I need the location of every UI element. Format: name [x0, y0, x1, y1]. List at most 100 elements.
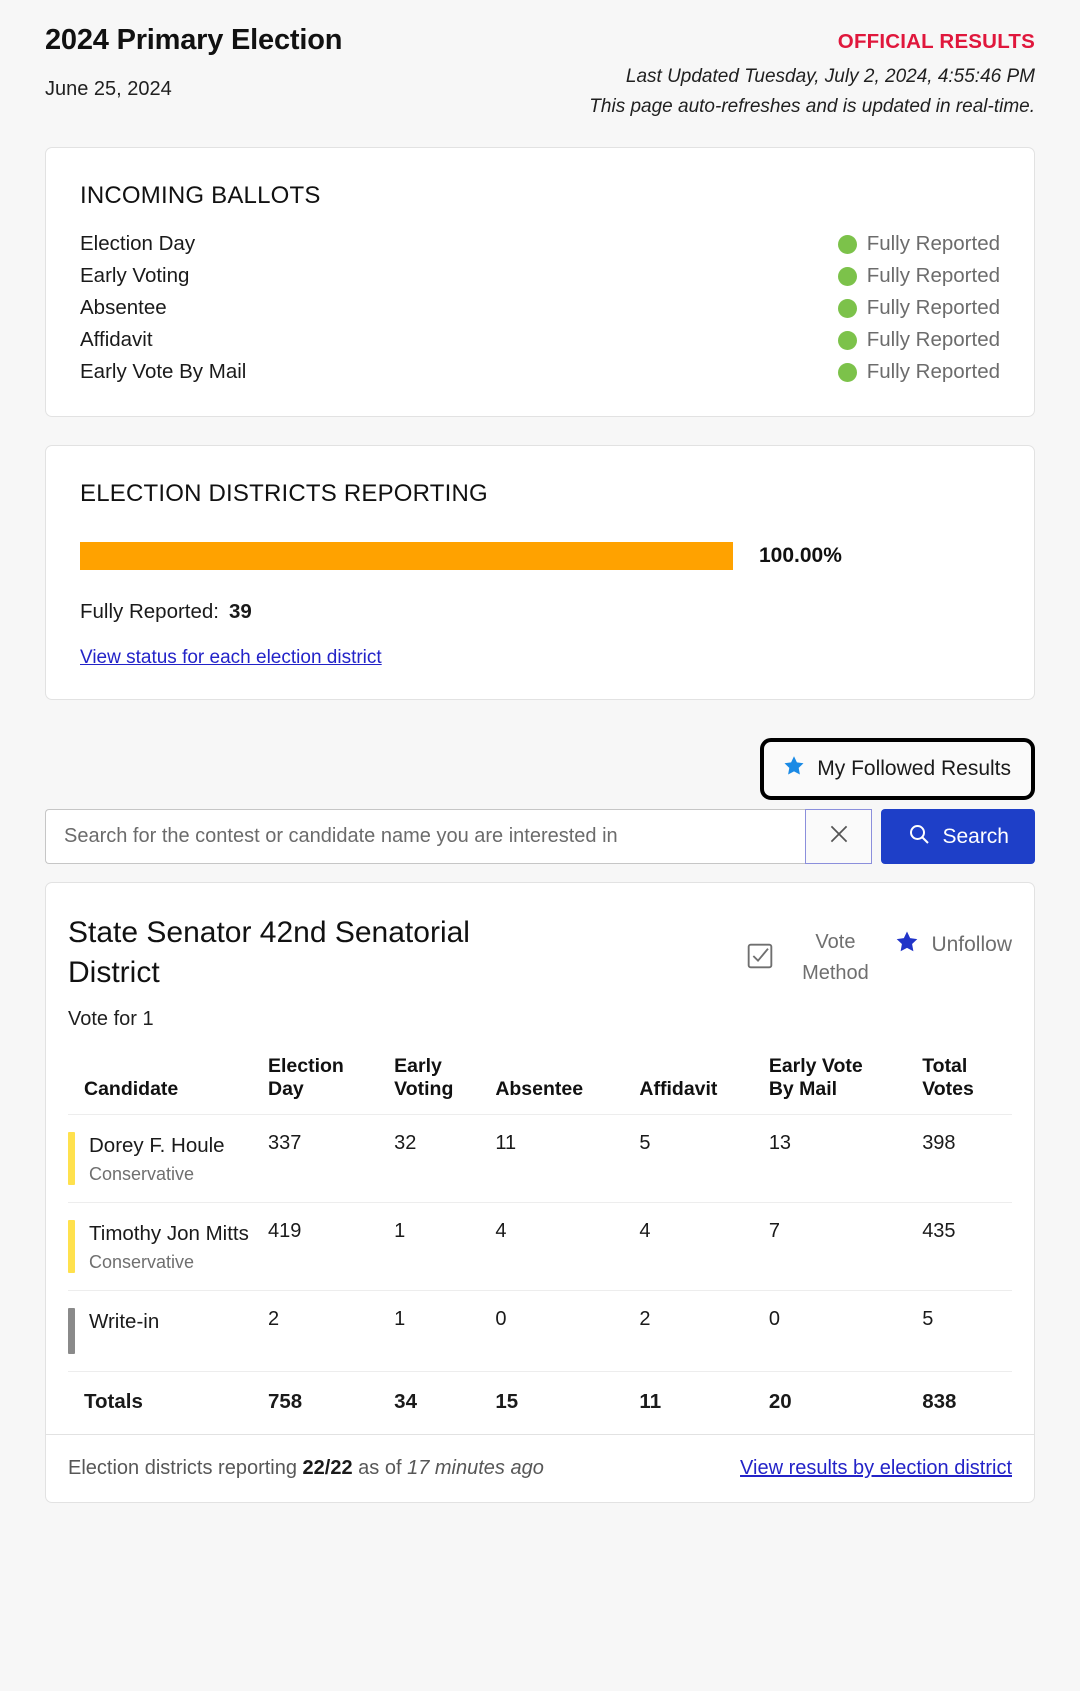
progress-bar-fill: [80, 542, 733, 571]
districts-reporting-card: ELECTION DISTRICTS REPORTING 100.00% Ful…: [45, 445, 1035, 701]
clear-search-button[interactable]: [805, 809, 873, 865]
column-header: Election Day: [268, 1055, 344, 1101]
ballot-type-label: Early Vote By Mail: [80, 360, 247, 384]
ballot-type-row: Early Voting Fully Reported: [80, 260, 1000, 292]
view-district-status-link[interactable]: View status for each election district: [80, 647, 382, 669]
search-input[interactable]: [45, 809, 806, 865]
my-followed-results-button[interactable]: My Followed Results: [760, 738, 1035, 801]
ballot-status: Fully Reported: [837, 296, 1000, 320]
vote-method-label: Vote Method: [792, 927, 878, 989]
election-results-page: 2024 Primary Election June 25, 2024 OFFI…: [0, 0, 1080, 1691]
totals-value-cell: 15: [495, 1371, 640, 1435]
search-row: Search: [45, 809, 1035, 865]
page-title: 2024 Primary Election: [45, 24, 343, 56]
search-icon: [907, 822, 931, 852]
header-right: OFFICIAL RESULTS Last Updated Tuesday, J…: [589, 22, 1035, 119]
ballot-type-label: Election Day: [80, 232, 196, 256]
ballot-type-row: Affidavit Fully Reported: [80, 324, 1000, 356]
ballot-status: Fully Reported: [837, 328, 1000, 352]
table-row: Timothy Jon Mitts Conservative 419 1 4 4 7 435: [68, 1202, 1012, 1291]
ballot-status-label: Fully Reported: [866, 264, 1000, 288]
vote-count-cell: 7: [768, 1202, 923, 1291]
progress-bar-track: [80, 542, 733, 571]
contest-header: State Senator 42nd Senatorial District V…: [68, 913, 1012, 993]
candidate-party: Conservative: [89, 1252, 195, 1273]
vote-count-cell: 32: [394, 1114, 496, 1203]
vote-count-cell: 398: [922, 1114, 1012, 1203]
ballot-status-label: Fully Reported: [866, 360, 1000, 384]
column-header: Affidavit: [639, 1078, 718, 1101]
my-followed-results-label: My Followed Results: [817, 757, 1011, 781]
fully-reported-label: Fully Reported:: [80, 600, 220, 624]
candidate-name: Timothy Jon Mitts: [89, 1222, 249, 1246]
totals-label: Totals: [68, 1371, 268, 1435]
search-button[interactable]: Search: [881, 809, 1035, 865]
table-header-row: Candidate Election Day Early Voting Absentee A…: [68, 1055, 1012, 1115]
vote-method-control[interactable]: Vote Method: [744, 927, 878, 989]
column-header: Candidate: [84, 1078, 179, 1101]
vote-count-cell: 11: [495, 1114, 640, 1203]
vote-count-cell: 5: [922, 1290, 1012, 1372]
vote-count-cell: 5: [639, 1114, 769, 1203]
vote-count-cell: 13: [768, 1114, 923, 1203]
progress-percent-label: 100.00%: [759, 544, 842, 568]
reporting-prefix: Election districts reporting: [68, 1457, 297, 1480]
vote-count-cell: 4: [495, 1202, 640, 1291]
party-color-bar: [68, 1220, 75, 1274]
status-dot-icon: [837, 266, 857, 286]
districts-reporting-title: ELECTION DISTRICTS REPORTING: [80, 480, 488, 508]
fully-reported-row: Fully Reported: 39: [80, 600, 1000, 624]
contest-tools: Vote Method Unfollow: [744, 913, 1012, 989]
vote-count-cell: 435: [922, 1202, 1012, 1291]
contest-footer: Election districts reporting 22/22 as of…: [46, 1434, 1034, 1502]
unfollow-button[interactable]: Unfollow: [894, 927, 1012, 961]
election-date: June 25, 2024: [45, 78, 172, 101]
vote-count-cell: 0: [768, 1290, 923, 1372]
column-header: Early Voting: [394, 1055, 454, 1101]
ballot-type-row: Absentee Fully Reported: [80, 292, 1000, 324]
vote-for-text: Vote for 1: [68, 1008, 154, 1031]
status-dot-icon: [837, 330, 857, 350]
vote-count-cell: 2: [268, 1290, 395, 1372]
ballot-type-row: Election Day Fully Reported: [80, 228, 1000, 260]
search-button-label: Search: [942, 824, 1009, 848]
reporting-time: 17 minutes ago: [407, 1457, 544, 1480]
vote-count-cell: 419: [268, 1202, 395, 1291]
column-header: Early Vote By Mail: [768, 1055, 863, 1101]
vote-count-cell: 0: [495, 1290, 640, 1372]
candidate-name: Write-in: [89, 1310, 160, 1334]
vote-count-cell: 337: [268, 1114, 395, 1203]
totals-value-cell: 20: [768, 1371, 923, 1435]
candidate-cell: Dorey F. Houle Conservative: [68, 1114, 268, 1203]
ballot-status: Fully Reported: [837, 360, 1000, 384]
totals-value-cell: 838: [922, 1371, 1012, 1435]
districts-reporting-summary: Election districts reporting 22/22 as of…: [68, 1457, 544, 1480]
results-table-head: Candidate Election Day Early Voting Absentee A…: [68, 1055, 1012, 1115]
totals-value-cell: 758: [268, 1371, 395, 1435]
districts-progress-row: 100.00%: [80, 542, 1000, 571]
ballot-type-label: Early Voting: [80, 264, 190, 288]
table-row: Write-in 2 1 0 2 0 5: [68, 1290, 1012, 1372]
star-icon: [894, 929, 920, 961]
auto-refresh-note: This page auto-refreshes and is updated …: [589, 95, 1035, 117]
column-header: Total Votes: [922, 1055, 974, 1101]
vote-method-label-line2: Method: [802, 962, 869, 985]
ballot-type-label: Absentee: [80, 296, 167, 320]
vote-count-cell: 1: [394, 1290, 496, 1372]
ballot-status-label: Fully Reported: [866, 296, 1000, 320]
status-dot-icon: [837, 234, 857, 254]
reporting-count: 22/22: [302, 1457, 353, 1480]
fully-reported-count: 39: [229, 600, 252, 624]
vote-method-label-line1: Vote: [815, 931, 856, 954]
page-header: 2024 Primary Election June 25, 2024 OFFI…: [45, 0, 1035, 119]
last-updated-text: Last Updated Tuesday, July 2, 2024, 4:55…: [625, 66, 1035, 87]
results-table: Candidate Election Day Early Voting Absentee A…: [68, 1055, 1012, 1435]
unfollow-label: Unfollow: [931, 933, 1012, 957]
ballot-status: Fully Reported: [837, 264, 1000, 288]
totals-value-cell: 11: [639, 1371, 769, 1435]
ballot-status: Fully Reported: [837, 232, 1000, 256]
totals-value-cell: 34: [394, 1371, 496, 1435]
candidate-cell: Timothy Jon Mitts Conservative: [68, 1202, 268, 1291]
close-icon: [826, 821, 852, 852]
view-results-by-district-link[interactable]: View results by election district: [740, 1457, 1012, 1480]
